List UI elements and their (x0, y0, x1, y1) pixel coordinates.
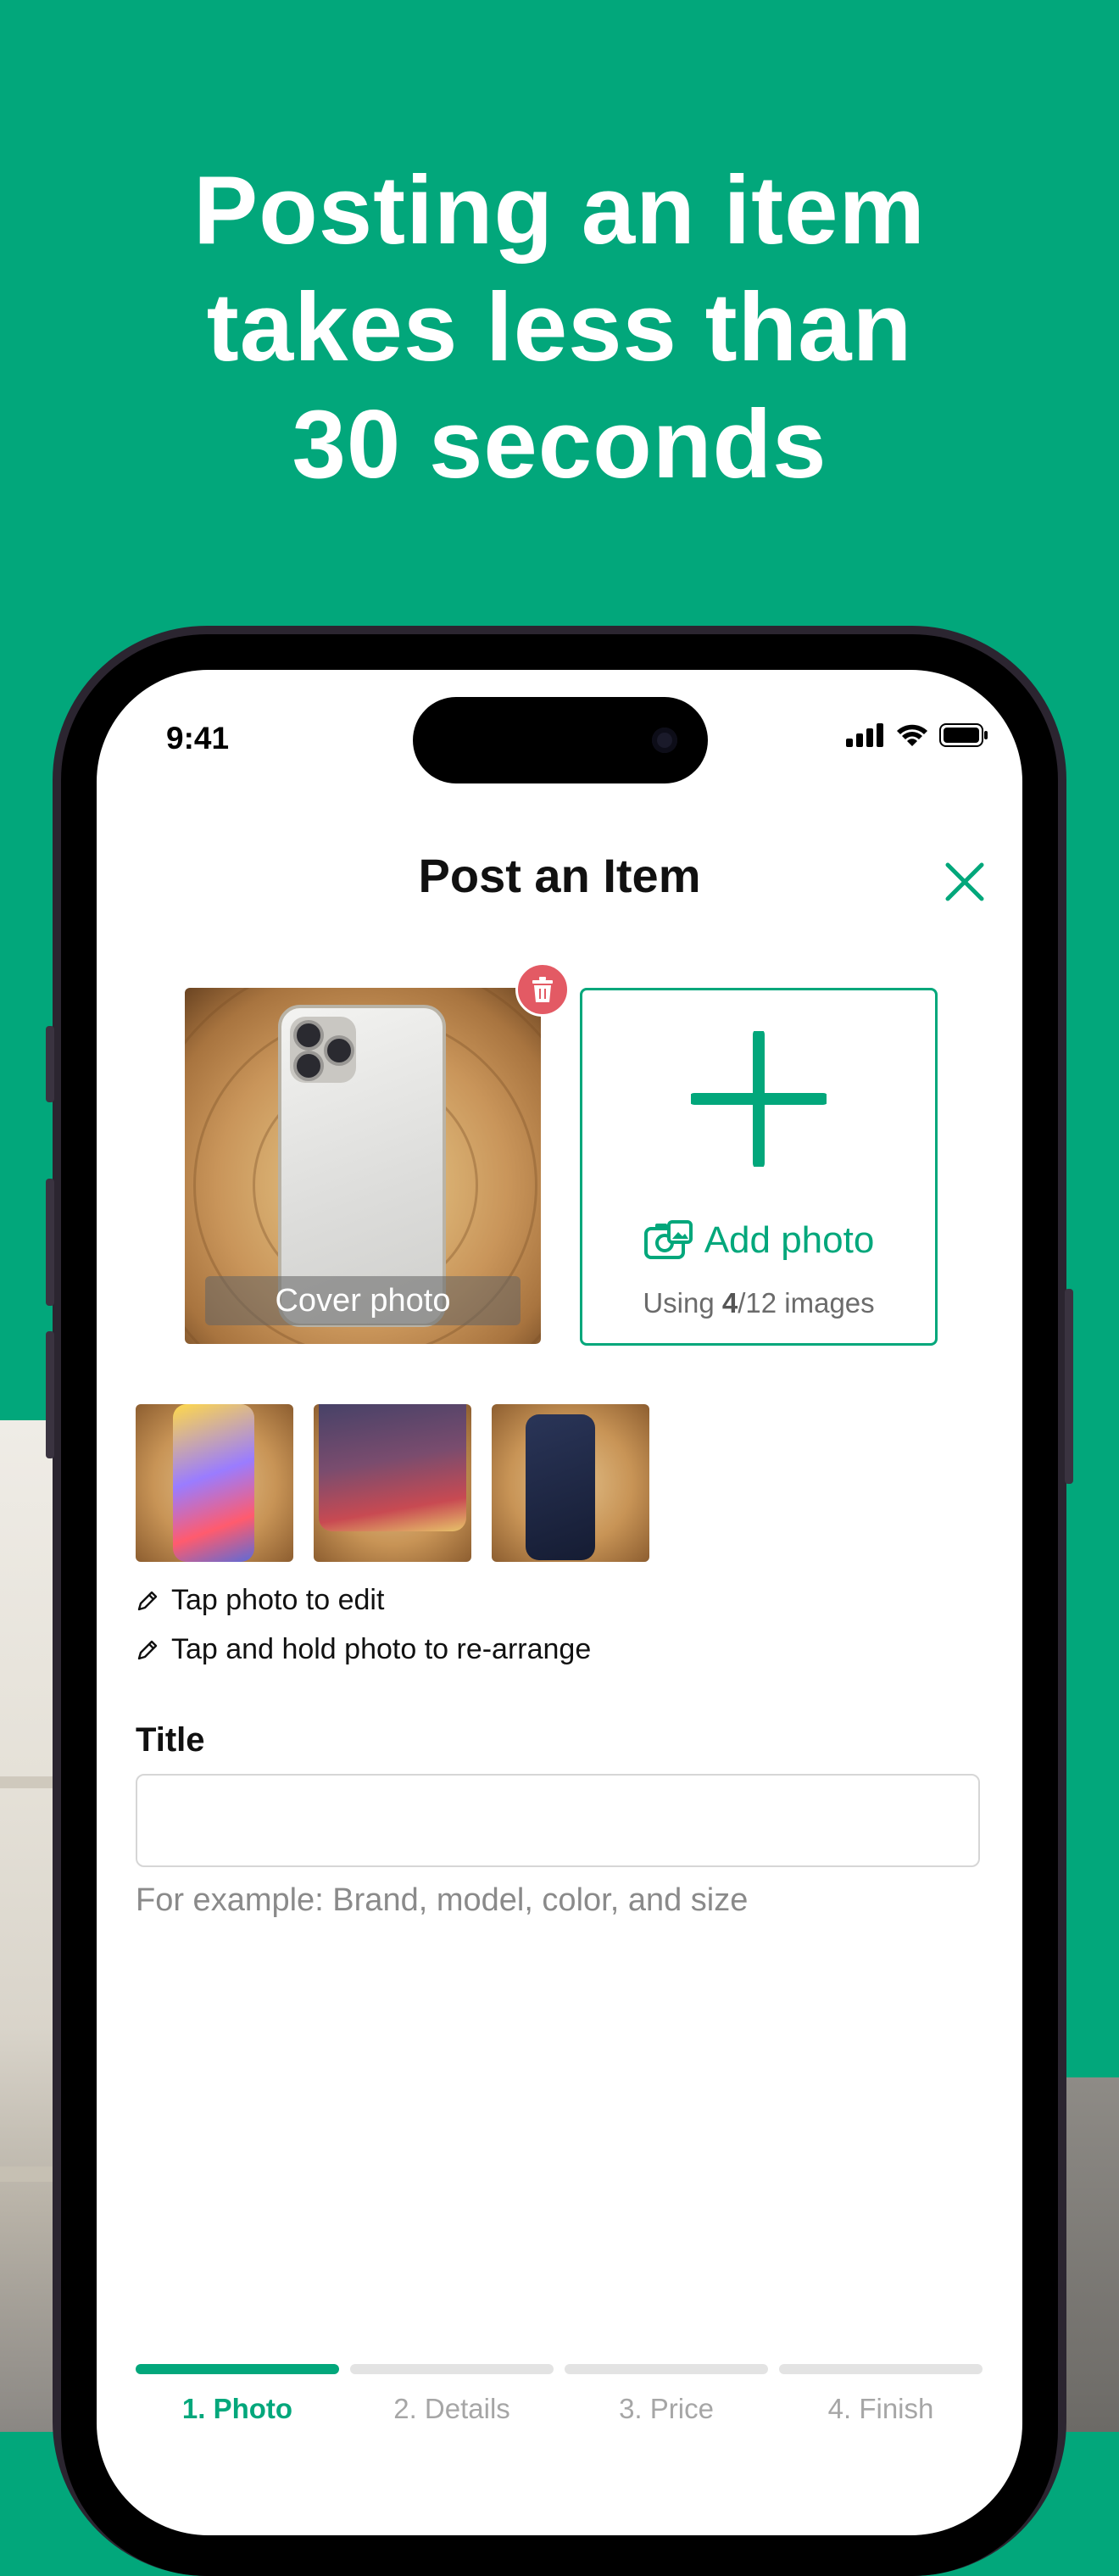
step-bar (136, 2364, 339, 2374)
photo-thumbnail-2[interactable] (314, 1404, 471, 1562)
add-photo-button[interactable]: Add photo Using 4/12 images (580, 988, 938, 1346)
front-camera-icon (652, 728, 677, 753)
status-icons (846, 722, 988, 748)
camera-photo-icon (643, 1220, 693, 1259)
dynamic-island (413, 697, 708, 783)
cellular-signal-icon (846, 723, 883, 747)
headline: Posting an item takes less than 30 secon… (0, 153, 1119, 504)
cover-photo[interactable]: Cover photo (185, 988, 541, 1344)
page-title: Post an Item (418, 849, 701, 902)
photo-thumbnail-1[interactable] (136, 1404, 293, 1562)
step-bar (565, 2364, 768, 2374)
pencil-icon (137, 1640, 158, 1659)
step-price[interactable]: 3. Price (565, 2364, 768, 2425)
plus-icon (691, 1031, 827, 1167)
title-label: Title (136, 1721, 205, 1759)
close-icon (945, 862, 984, 901)
hint-text: Tap and hold photo to re-arrange (171, 1633, 592, 1665)
hint-tap-and-hold: Tap and hold photo to re-arrange (136, 1633, 591, 1666)
close-button[interactable] (941, 858, 988, 906)
photo-thumbnail-3[interactable] (492, 1404, 649, 1562)
step-label: 3. Price (619, 2393, 714, 2424)
phone-action-button (46, 1026, 54, 1102)
background-photo-right (1064, 2077, 1119, 2432)
step-label: 4. Finish (827, 2393, 934, 2424)
step-photo[interactable]: 1. Photo (136, 2364, 339, 2425)
hint-tap-to-edit: Tap photo to edit (136, 1584, 384, 1617)
status-time: 9:41 (166, 721, 230, 756)
wifi-icon (897, 724, 927, 746)
phone-volume-down-button (46, 1331, 54, 1458)
image-usage-count: Using 4/12 images (643, 1287, 875, 1319)
hint-text: Tap photo to edit (171, 1584, 385, 1616)
step-label: 2. Details (393, 2393, 510, 2424)
pencil-icon (137, 1591, 158, 1610)
delete-photo-button[interactable] (515, 962, 570, 1017)
step-label: 1. Photo (181, 2393, 293, 2424)
phone-volume-up-button (46, 1179, 54, 1306)
trash-icon (532, 977, 553, 1002)
title-input[interactable] (136, 1774, 980, 1867)
title-helper-text: For example: Brand, model, color, and si… (136, 1882, 749, 1918)
phone-power-button (1065, 1289, 1073, 1484)
add-photo-label: Add photo (704, 1219, 875, 1261)
headline-line-3: 30 seconds (292, 391, 827, 499)
step-finish[interactable]: 4. Finish (779, 2364, 983, 2425)
headline-line-2: takes less than (206, 274, 913, 382)
battery-icon (939, 723, 988, 747)
step-bar (350, 2364, 554, 2374)
cover-photo-label: Cover photo (205, 1276, 521, 1325)
step-details[interactable]: 2. Details (350, 2364, 554, 2425)
add-photo-label-row: Add photo (582, 1219, 935, 1262)
step-bar (779, 2364, 983, 2374)
headline-line-1: Posting an item (193, 157, 926, 265)
phone-screen: 9:41 Post an Item Cover photo Add photo … (97, 670, 1022, 2535)
